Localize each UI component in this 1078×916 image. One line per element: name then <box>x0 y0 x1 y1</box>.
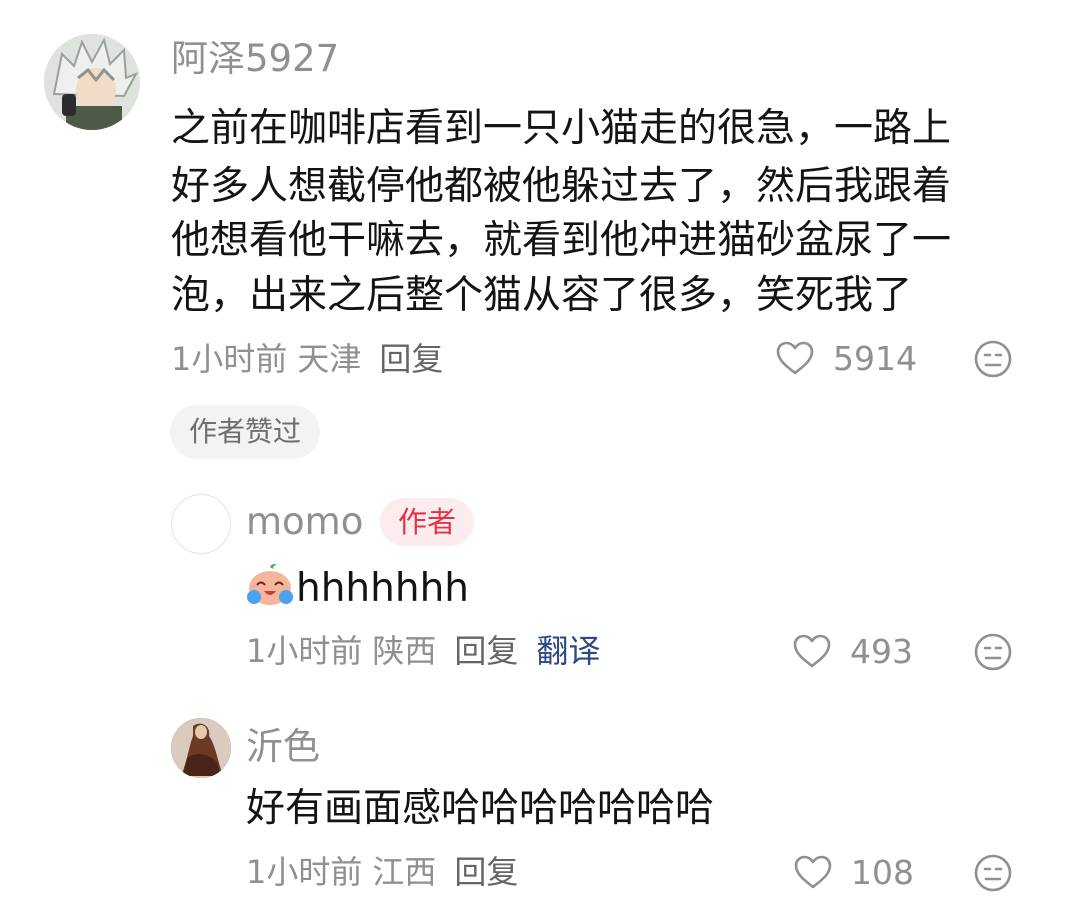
comment-thread: 阿泽5927 之前在咖啡店看到一只小猫走的很急，一路上 好多人想截停他都被他躲过… <box>0 0 1078 916</box>
comment-meta: 1小时前 天津 回复 <box>171 343 453 375</box>
reply-text: hhhhhhh <box>246 560 469 624</box>
author-liked-badge: 作者赞过 <box>170 405 321 459</box>
dislike-face-icon <box>974 854 1012 892</box>
dislike-button[interactable] <box>973 853 1013 897</box>
comment-text-line: 好多人想截停他都被他躲过去了，然后我跟着 <box>171 164 952 209</box>
reply-username[interactable]: 沂色 <box>246 728 320 765</box>
comment-location: 天津 <box>297 340 362 378</box>
dislike-button[interactable] <box>973 632 1013 676</box>
like-count: 493 <box>850 631 913 671</box>
avatar[interactable] <box>171 718 231 778</box>
dislike-face-icon <box>974 633 1012 671</box>
reply-text-content: hhhhhhh <box>296 566 470 611</box>
reply-button[interactable]: 回复 <box>454 632 518 670</box>
heart-icon <box>794 855 832 889</box>
comment-text-line: 之前在咖啡店看到一只小猫走的很急，一路上 <box>171 106 952 151</box>
reply-text: 好有画面感哈哈哈哈哈哈哈 <box>246 786 715 831</box>
reply-time: 1小时前 <box>246 853 363 891</box>
crying-laughing-emoji-icon <box>246 563 294 624</box>
like-button[interactable]: 108 <box>793 854 914 890</box>
comment-text-line: 泡，出来之后整个猫从容了很多，笑死我了 <box>171 273 913 318</box>
translate-button[interactable]: 翻译 <box>536 632 600 670</box>
reply-location: 江西 <box>372 853 437 891</box>
like-count: 108 <box>851 852 914 892</box>
heart-icon <box>776 341 814 375</box>
reply-meta: 1小时前 江西 回复 <box>246 856 528 888</box>
comment-time: 1小时前 <box>171 340 288 378</box>
like-button[interactable]: 493 <box>792 633 913 669</box>
reply-location: 陕西 <box>372 632 437 670</box>
reply-button[interactable]: 回复 <box>454 853 518 891</box>
like-count: 5914 <box>833 338 917 378</box>
heart-icon <box>793 634 831 668</box>
comment-text-line: 他想看他干嘛去，就看到他冲进猫砂盆尿了一 <box>171 218 952 263</box>
reply-meta: 1小时前 陕西 回复 翻译 <box>246 635 610 667</box>
reply-username[interactable]: momo <box>246 503 363 540</box>
avatar-image <box>171 718 231 778</box>
reply-time: 1小时前 <box>246 632 363 670</box>
avatar[interactable] <box>171 494 231 554</box>
comment-username[interactable]: 阿泽5927 <box>171 40 339 77</box>
avatar[interactable] <box>44 34 140 130</box>
avatar-image <box>44 34 140 130</box>
dislike-button[interactable] <box>973 339 1013 383</box>
dislike-face-icon <box>974 340 1012 378</box>
reply-button[interactable]: 回复 <box>379 340 443 378</box>
author-tag: 作者 <box>380 498 475 546</box>
like-button[interactable]: 5914 <box>775 340 917 376</box>
